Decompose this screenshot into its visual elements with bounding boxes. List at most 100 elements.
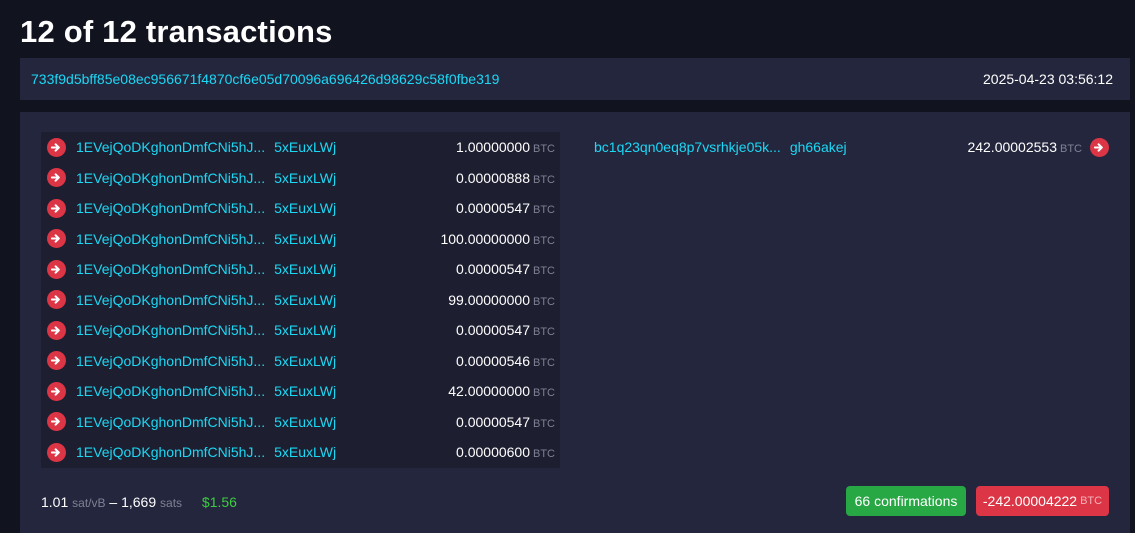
input-amount: 0.00000546 BTC bbox=[456, 353, 555, 369]
input-amount: 0.00000547 BTC bbox=[456, 261, 555, 277]
arrow-right-circle-icon[interactable] bbox=[47, 137, 66, 157]
input-address-end: 5xEuxLWj bbox=[274, 230, 337, 247]
input-amount: 42.00000000 BTC bbox=[448, 383, 555, 399]
fee-rate-unit: sat/vB bbox=[72, 496, 106, 510]
input-amount-value: 0.00000547 bbox=[456, 200, 530, 217]
input-amount: 99.00000000 BTC bbox=[448, 292, 555, 308]
input-address-start: 1EVejQoDKghonDmfCNi5hJ... bbox=[76, 352, 266, 369]
input-address-link[interactable]: 1EVejQoDKghonDmfCNi5hJ... 5xEuxLWj bbox=[76, 322, 336, 338]
input-amount-unit: BTC bbox=[533, 295, 555, 308]
input-address-end: 5xEuxLWj bbox=[274, 200, 337, 217]
outputs-list: bc1q23qn0eq8p7vsrhkje05k... gh66akej 242.0… bbox=[586, 132, 1109, 163]
input-address-link[interactable]: 1EVejQoDKghonDmfCNi5hJ... 5xEuxLWj bbox=[76, 200, 336, 216]
arrow-right-circle-icon[interactable] bbox=[47, 198, 66, 218]
input-row: 1EVejQoDKghonDmfCNi5hJ... 5xEuxLWj 0.00000… bbox=[41, 407, 560, 438]
output-amount-unit: BTC bbox=[1060, 143, 1082, 156]
input-address-start: 1EVejQoDKghonDmfCNi5hJ... bbox=[76, 200, 266, 217]
input-row: 1EVejQoDKghonDmfCNi5hJ... 5xEuxLWj 0.00000… bbox=[41, 254, 560, 285]
input-address-end: 5xEuxLWj bbox=[274, 261, 337, 278]
input-address-start: 1EVejQoDKghonDmfCNi5hJ... bbox=[76, 139, 266, 156]
arrow-right-circle-icon[interactable] bbox=[47, 351, 66, 371]
input-address-link[interactable]: 1EVejQoDKghonDmfCNi5hJ... 5xEuxLWj bbox=[76, 139, 336, 155]
output-address-end: gh66akej bbox=[789, 139, 847, 156]
input-amount-value: 0.00000546 bbox=[456, 352, 530, 369]
input-amount-value: 100.00000000 bbox=[440, 230, 530, 247]
arrow-right-circle-icon[interactable] bbox=[1090, 137, 1109, 157]
txid-link[interactable]: 733f9d5bff85e08ec956671f4870cf6e05d70096… bbox=[31, 71, 499, 87]
input-amount: 0.00000547 BTC bbox=[456, 200, 555, 216]
input-row: 1EVejQoDKghonDmfCNi5hJ... 5xEuxLWj 1.00000… bbox=[41, 132, 560, 163]
input-address-end: 5xEuxLWj bbox=[274, 383, 337, 400]
arrow-right-circle-icon[interactable] bbox=[47, 381, 66, 401]
input-address-link[interactable]: 1EVejQoDKghonDmfCNi5hJ... 5xEuxLWj bbox=[76, 261, 336, 277]
input-row: 1EVejQoDKghonDmfCNi5hJ... 5xEuxLWj 0.00000… bbox=[41, 193, 560, 224]
input-amount-unit: BTC bbox=[533, 265, 555, 278]
output-address-link[interactable]: bc1q23qn0eq8p7vsrhkje05k... gh66akej bbox=[594, 139, 847, 155]
input-address-start: 1EVejQoDKghonDmfCNi5hJ... bbox=[76, 444, 266, 461]
arrow-right-circle-icon[interactable] bbox=[47, 442, 66, 462]
input-row: 1EVejQoDKghonDmfCNi5hJ... 5xEuxLWj 0.00000… bbox=[41, 315, 560, 346]
input-address-start: 1EVejQoDKghonDmfCNi5hJ... bbox=[76, 169, 266, 186]
net-amount-value: -242.00004222 bbox=[982, 493, 1078, 509]
input-amount: 0.00000888 BTC bbox=[456, 170, 555, 186]
confirmations-label: 66 confirmations bbox=[854, 493, 958, 509]
arrow-right-circle-icon[interactable] bbox=[47, 320, 66, 340]
page-title: 12 of 12 transactions bbox=[20, 14, 333, 49]
input-address-end: 5xEuxLWj bbox=[274, 139, 337, 156]
arrow-right-circle-icon[interactable] bbox=[47, 259, 66, 279]
transaction-header: 733f9d5bff85e08ec956671f4870cf6e05d70096… bbox=[20, 58, 1130, 100]
input-row: 1EVejQoDKghonDmfCNi5hJ... 5xEuxLWj 0.00000… bbox=[41, 346, 560, 377]
input-row: 1EVejQoDKghonDmfCNi5hJ... 5xEuxLWj 0.00000… bbox=[41, 437, 560, 468]
input-amount-unit: BTC bbox=[533, 173, 555, 186]
input-address-link[interactable]: 1EVejQoDKghonDmfCNi5hJ... 5xEuxLWj bbox=[76, 231, 336, 247]
input-address-end: 5xEuxLWj bbox=[274, 322, 337, 339]
input-address-start: 1EVejQoDKghonDmfCNi5hJ... bbox=[76, 383, 266, 400]
input-address-link[interactable]: 1EVejQoDKghonDmfCNi5hJ... 5xEuxLWj bbox=[76, 292, 336, 308]
input-amount-unit: BTC bbox=[533, 204, 555, 217]
net-amount-unit: BTC bbox=[1080, 495, 1103, 507]
input-amount-unit: BTC bbox=[533, 326, 555, 339]
input-address-link[interactable]: 1EVejQoDKghonDmfCNi5hJ... 5xEuxLWj bbox=[76, 353, 336, 369]
input-address-link[interactable]: 1EVejQoDKghonDmfCNi5hJ... 5xEuxLWj bbox=[76, 414, 336, 430]
input-amount: 1.00000000 BTC bbox=[456, 139, 555, 155]
input-address-link[interactable]: 1EVejQoDKghonDmfCNi5hJ... 5xEuxLWj bbox=[76, 444, 336, 460]
input-amount: 100.00000000 BTC bbox=[440, 231, 555, 247]
input-amount-unit: BTC bbox=[533, 417, 555, 430]
input-address-end: 5xEuxLWj bbox=[274, 291, 337, 308]
input-row: 1EVejQoDKghonDmfCNi5hJ... 5xEuxLWj 0.00000… bbox=[41, 163, 560, 194]
output-address-start: bc1q23qn0eq8p7vsrhkje05k... bbox=[594, 139, 781, 156]
input-amount: 0.00000547 BTC bbox=[456, 414, 555, 430]
net-amount-button[interactable]: -242.00004222 BTC bbox=[976, 486, 1109, 516]
arrow-right-circle-icon[interactable] bbox=[47, 290, 66, 310]
input-address-start: 1EVejQoDKghonDmfCNi5hJ... bbox=[76, 413, 266, 430]
input-address-end: 5xEuxLWj bbox=[274, 444, 337, 461]
input-address-start: 1EVejQoDKghonDmfCNi5hJ... bbox=[76, 230, 266, 247]
input-address-end: 5xEuxLWj bbox=[274, 413, 337, 430]
input-amount-value: 0.00000600 bbox=[456, 444, 530, 461]
input-address-start: 1EVejQoDKghonDmfCNi5hJ... bbox=[76, 322, 266, 339]
inputs-list: 1EVejQoDKghonDmfCNi5hJ... 5xEuxLWj 1.00000… bbox=[41, 132, 560, 468]
input-amount-unit: BTC bbox=[533, 387, 555, 400]
fee-amount: 1,669 bbox=[121, 494, 157, 510]
input-address-link[interactable]: 1EVejQoDKghonDmfCNi5hJ... 5xEuxLWj bbox=[76, 383, 336, 399]
arrow-right-circle-icon[interactable] bbox=[47, 168, 66, 188]
input-amount-value: 0.00000547 bbox=[456, 261, 530, 278]
confirmations-button[interactable]: 66 confirmations bbox=[846, 486, 966, 516]
input-address-end: 5xEuxLWj bbox=[274, 169, 337, 186]
transaction-timestamp: 2025-04-23 03:56:12 bbox=[983, 71, 1113, 87]
input-address-start: 1EVejQoDKghonDmfCNi5hJ... bbox=[76, 291, 266, 308]
input-amount-value: 1.00000000 bbox=[456, 139, 530, 156]
input-address-link[interactable]: 1EVejQoDKghonDmfCNi5hJ... 5xEuxLWj bbox=[76, 170, 336, 186]
input-address-start: 1EVejQoDKghonDmfCNi5hJ... bbox=[76, 261, 266, 278]
input-row: 1EVejQoDKghonDmfCNi5hJ... 5xEuxLWj 99.0000… bbox=[41, 285, 560, 316]
arrow-right-circle-icon[interactable] bbox=[47, 229, 66, 249]
arrow-right-circle-icon[interactable] bbox=[47, 412, 66, 432]
fee-rate: 1.01 bbox=[41, 494, 69, 510]
output-row: bc1q23qn0eq8p7vsrhkje05k... gh66akej 242.0… bbox=[586, 132, 1109, 163]
input-amount-value: 0.00000547 bbox=[456, 413, 530, 430]
input-amount-unit: BTC bbox=[533, 234, 555, 247]
input-row: 1EVejQoDKghonDmfCNi5hJ... 5xEuxLWj 100.000… bbox=[41, 224, 560, 255]
input-row: 1EVejQoDKghonDmfCNi5hJ... 5xEuxLWj 42.0000… bbox=[41, 376, 560, 407]
input-amount-unit: BTC bbox=[533, 356, 555, 369]
input-address-end: 5xEuxLWj bbox=[274, 352, 337, 369]
